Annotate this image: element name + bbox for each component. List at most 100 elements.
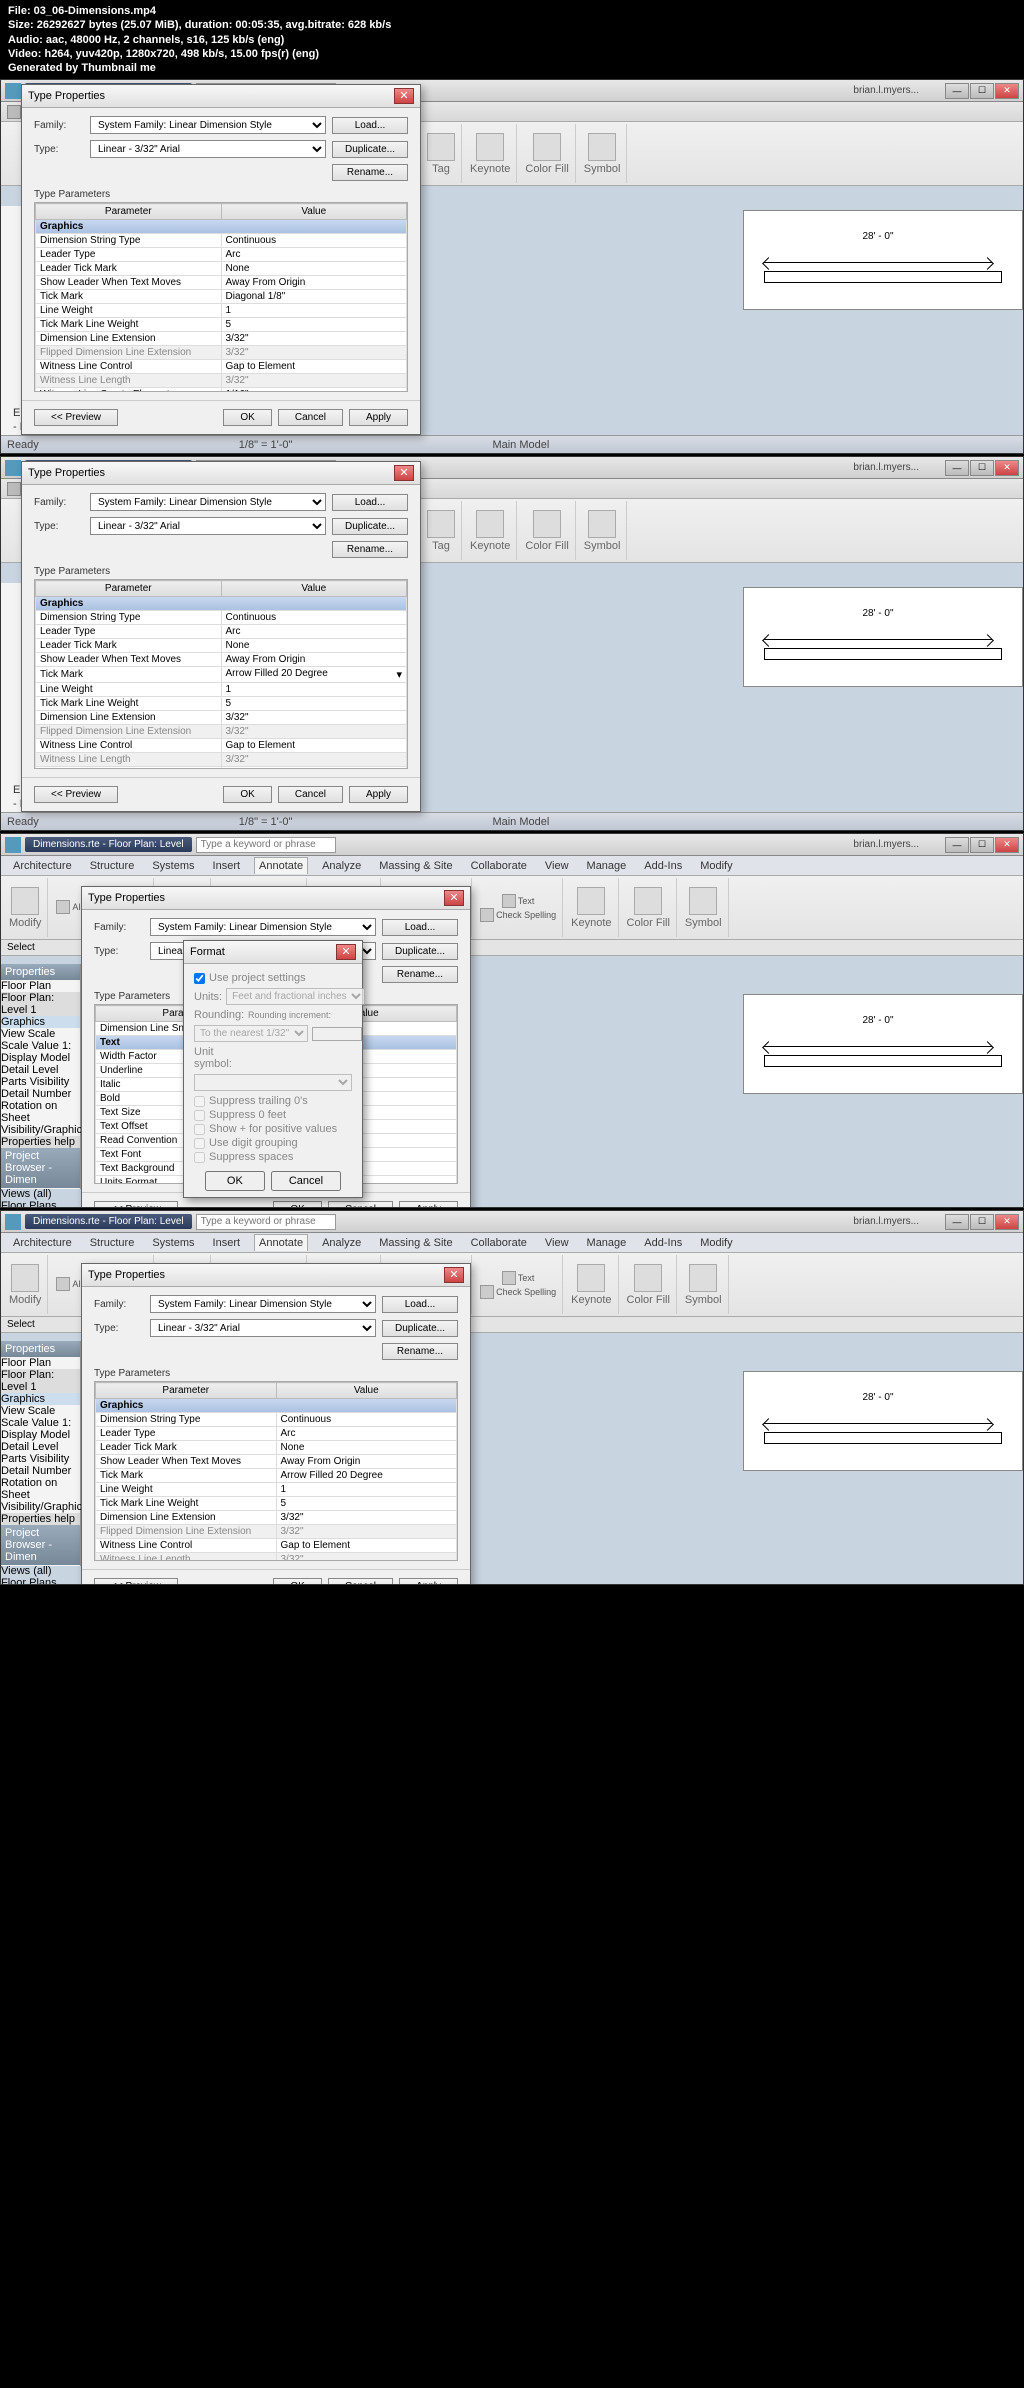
ribbon-tab-annotate[interactable]: Annotate <box>254 1234 308 1251</box>
ribbon-tab-analyze[interactable]: Analyze <box>318 1235 365 1251</box>
table-row[interactable]: Tick MarkArrow Filled 20 Degree <box>96 1469 457 1483</box>
status-scale[interactable]: 1/8" = 1'-0" <box>239 439 293 451</box>
ribbon-tab-massingsite[interactable]: Massing & Site <box>375 1235 456 1251</box>
format-cancel-button[interactable]: Cancel <box>271 1171 341 1191</box>
load-button[interactable]: Load... <box>332 117 408 134</box>
dialog-close-button[interactable]: ✕ <box>444 890 464 906</box>
status-model[interactable]: Main Model <box>492 439 549 451</box>
table-row[interactable]: Tick MarkDiagonal 1/8" <box>36 290 407 304</box>
pb-floor-plans[interactable]: Floor Plans <box>1 1200 80 1208</box>
apply-button[interactable]: Apply <box>399 1578 458 1585</box>
rename-button[interactable]: Rename... <box>332 541 408 558</box>
props-detail-number[interactable]: Detail Number <box>1 1465 80 1477</box>
ribbon-tab-addins[interactable]: Add-Ins <box>640 1235 686 1251</box>
ribbon-keynote[interactable]: Keynote <box>571 917 611 929</box>
apply-button[interactable]: Apply <box>349 786 408 803</box>
status-model[interactable]: Main Model <box>492 816 549 828</box>
props-scale-value[interactable]: Scale Value 1: <box>1 1040 80 1052</box>
load-button[interactable]: Load... <box>332 494 408 511</box>
table-row[interactable]: Witness Line ControlGap to Element <box>36 360 407 374</box>
props-view-scale[interactable]: View Scale <box>1 1028 80 1040</box>
ribbon-check-spelling[interactable]: Check Spelling <box>480 908 556 922</box>
use-project-checkbox[interactable] <box>194 973 205 984</box>
props-help[interactable]: Properties help <box>1 1513 80 1525</box>
table-row[interactable]: Graphics <box>36 220 407 234</box>
props-floor-plan[interactable]: Floor Plan <box>1 980 80 992</box>
props-display-model[interactable]: Display Model <box>1 1429 80 1441</box>
wall-element[interactable] <box>764 648 1002 660</box>
ok-button[interactable]: OK <box>223 409 271 426</box>
ribbon-text[interactable]: Text <box>502 894 535 908</box>
table-row[interactable]: Line Weight1 <box>96 1483 457 1497</box>
ribbon-color-fill[interactable]: Color Fill <box>525 540 568 552</box>
family-select[interactable]: System Family: Linear Dimension Style <box>150 1295 376 1313</box>
props-floor-plan[interactable]: Floor Plan <box>1 1357 80 1369</box>
table-row[interactable]: Leader Tick MarkNone <box>36 639 407 653</box>
ribbon-tab-analyze[interactable]: Analyze <box>318 858 365 874</box>
ok-button[interactable]: OK <box>273 1201 321 1208</box>
table-row[interactable]: Flipped Dimension Line Extension3/32" <box>36 346 407 360</box>
close-button[interactable]: ✕ <box>995 837 1019 853</box>
ribbon-tab-annotate[interactable]: Annotate <box>254 857 308 874</box>
ribbon-tab-view[interactable]: View <box>541 858 573 874</box>
ribbon-tab-architecture[interactable]: Architecture <box>9 1235 76 1251</box>
ribbon-color-fill[interactable]: Color Fill <box>627 1294 670 1306</box>
duplicate-button[interactable]: Duplicate... <box>332 141 408 158</box>
ribbon-keynote[interactable]: Keynote <box>470 163 510 175</box>
props-detail-level[interactable]: Detail Level <box>1 1441 80 1453</box>
ribbon-symbol[interactable]: Symbol <box>685 1294 722 1306</box>
search-input[interactable] <box>196 1214 336 1230</box>
cancel-button[interactable]: Cancel <box>278 409 343 426</box>
duplicate-button[interactable]: Duplicate... <box>332 518 408 535</box>
maximize-button[interactable]: ☐ <box>970 837 994 853</box>
dialog-close-button[interactable]: ✕ <box>444 1267 464 1283</box>
ribbon-tab-manage[interactable]: Manage <box>583 858 631 874</box>
ribbon-tab-systems[interactable]: Systems <box>148 1235 198 1251</box>
ribbon-keynote[interactable]: Keynote <box>571 1294 611 1306</box>
ok-button[interactable]: OK <box>223 786 271 803</box>
close-button[interactable]: ✕ <box>995 1214 1019 1230</box>
props-rotation[interactable]: Rotation on Sheet <box>1 1477 80 1501</box>
dialog-close-button[interactable]: ✕ <box>394 88 414 104</box>
search-input[interactable] <box>196 837 336 853</box>
preview-button[interactable]: << Preview <box>34 409 118 426</box>
maximize-button[interactable]: ☐ <box>970 460 994 476</box>
preview-button[interactable]: << Preview <box>34 786 118 803</box>
table-row[interactable]: Dimension Line Extension3/32" <box>36 332 407 346</box>
family-select[interactable]: System Family: Linear Dimension Style <box>90 493 326 511</box>
maximize-button[interactable]: ☐ <box>970 1214 994 1230</box>
load-button[interactable]: Load... <box>382 1296 458 1313</box>
cancel-button[interactable]: Cancel <box>278 786 343 803</box>
ok-button[interactable]: OK <box>273 1578 321 1585</box>
table-row[interactable]: Dimension Line Extension3/32" <box>96 1511 457 1525</box>
doc-tab[interactable]: Dimensions.rte - Floor Plan: Level <box>25 1214 192 1229</box>
table-row[interactable]: Witness Line Length3/32" <box>36 374 407 388</box>
pb-views[interactable]: Views (all) <box>1 1188 80 1200</box>
table-row[interactable]: Tick Mark Line Weight5 <box>36 697 407 711</box>
rename-button[interactable]: Rename... <box>382 1343 458 1360</box>
type-select[interactable]: Linear - 3/32" Arial <box>90 140 326 158</box>
props-help[interactable]: Properties help <box>1 1136 80 1148</box>
props-detail-level[interactable]: Detail Level <box>1 1064 80 1076</box>
cancel-button[interactable]: Cancel <box>328 1578 393 1585</box>
props-vis-graphics[interactable]: Visibility/Graphic <box>1 1124 80 1136</box>
props-parts-vis[interactable]: Parts Visibility <box>1 1453 80 1465</box>
props-rotation[interactable]: Rotation on Sheet <box>1 1100 80 1124</box>
table-row[interactable]: Leader TypeArc <box>96 1427 457 1441</box>
ribbon-tab-architecture[interactable]: Architecture <box>9 858 76 874</box>
props-detail-number[interactable]: Detail Number <box>1 1088 80 1100</box>
close-button[interactable]: ✕ <box>995 460 1019 476</box>
minimize-button[interactable]: — <box>945 837 969 853</box>
ribbon-tab-addins[interactable]: Add-Ins <box>640 858 686 874</box>
ribbon-tag[interactable]: Tag <box>432 540 450 552</box>
pb-floor-plans[interactable]: Floor Plans <box>1 1577 80 1585</box>
wall-element[interactable] <box>764 1432 1002 1444</box>
dialog-close-button[interactable]: ✕ <box>394 465 414 481</box>
table-row[interactable]: Flipped Dimension Line Extension3/32" <box>36 725 407 739</box>
table-row[interactable]: Tick MarkArrow Filled 20 Degree ▾ <box>36 667 407 683</box>
table-row[interactable]: Graphics <box>96 1399 457 1413</box>
ribbon-text[interactable]: Text <box>502 1271 535 1285</box>
table-row[interactable]: Dimension String TypeContinuous <box>36 611 407 625</box>
table-row[interactable]: Witness Line Gap to Element1/16" <box>36 388 407 393</box>
family-select[interactable]: System Family: Linear Dimension Style <box>150 918 376 936</box>
